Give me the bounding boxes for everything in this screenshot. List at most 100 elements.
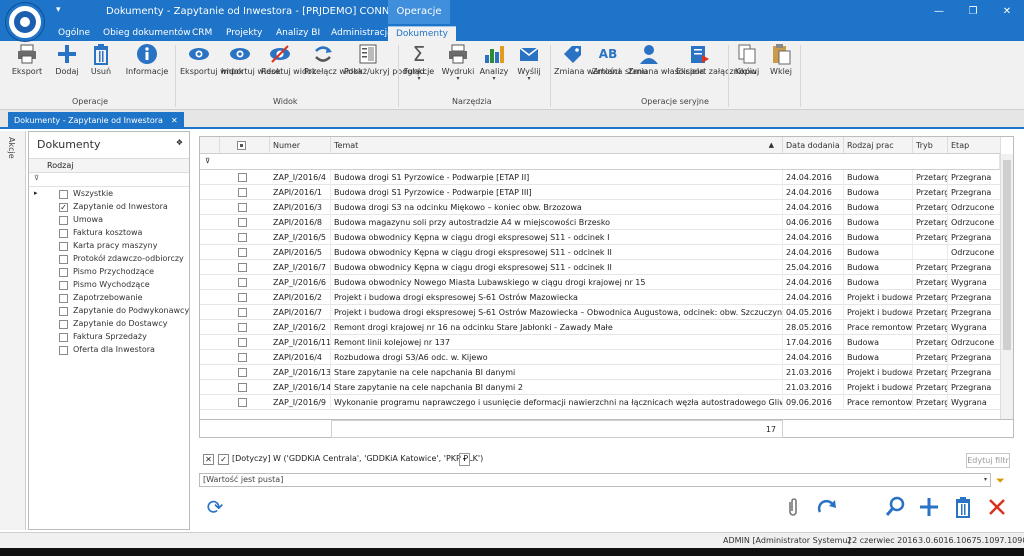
list-item[interactable]: Faktura kosztowa xyxy=(29,227,189,240)
tab-ogolne[interactable]: Ogólne xyxy=(58,26,90,41)
row-checkbox[interactable] xyxy=(238,233,247,242)
przelacz-widok-button[interactable]: Przełącz widok xyxy=(304,43,363,76)
list-item[interactable]: Pismo Przychodzące xyxy=(29,266,189,279)
panel-column-header[interactable]: Rodzaj xyxy=(29,158,189,173)
doc-tab-zapytanie[interactable]: Dokumenty - Zapytanie od Inwestora ✕ xyxy=(8,112,184,129)
list-item-checkbox[interactable] xyxy=(59,346,68,355)
delete-icon[interactable] xyxy=(952,496,974,518)
list-item-checkbox[interactable] xyxy=(59,216,68,225)
wyslij-button[interactable]: Wyślij ▾ xyxy=(514,43,544,82)
list-item-checkbox[interactable] xyxy=(59,333,68,342)
clear-filter-icon[interactable]: ✕ xyxy=(203,454,214,465)
minimize-button[interactable]: — xyxy=(922,0,956,24)
column-numer[interactable]: Numer xyxy=(270,137,331,154)
quick-access-dropdown[interactable]: ▾ xyxy=(56,5,61,15)
filter-mru-dropdown[interactable]: ▾ xyxy=(459,453,470,466)
list-item-checkbox[interactable] xyxy=(59,229,68,238)
list-item-checkbox[interactable] xyxy=(59,242,68,251)
row-checkbox[interactable] xyxy=(238,248,247,257)
row-checkbox[interactable] xyxy=(238,263,247,272)
table-row[interactable]: ZAP_I/2016/2 Remont drogi krajowej nr 16 … xyxy=(200,320,1001,335)
informacje-button[interactable]: Informacje xyxy=(124,43,170,76)
list-item[interactable]: Oferta dla Inwestora xyxy=(29,344,189,357)
column-tryb[interactable]: Tryb xyxy=(913,137,948,154)
row-checkbox[interactable] xyxy=(238,308,247,317)
resetuj-widok-button[interactable]: Resetuj widok xyxy=(261,43,317,76)
column-rodzaj-prac[interactable]: Rodzaj prac xyxy=(844,137,913,154)
row-checkbox[interactable] xyxy=(238,383,247,392)
zmiana-wartosci-button[interactable]: Zmiana wartości xyxy=(554,43,620,76)
tab-dokumenty[interactable]: Dokumenty xyxy=(388,26,456,41)
search-icon[interactable] xyxy=(884,496,906,518)
table-row[interactable]: ZAP_I/2016/11 Remont linii kolejowej nr 1… xyxy=(200,335,1001,350)
panel-filter-row[interactable]: ⊽ xyxy=(29,173,189,187)
list-item[interactable]: Zapytanie do Podwykonawcy xyxy=(29,305,189,318)
row-checkbox[interactable] xyxy=(238,368,247,377)
value-field[interactable]: [Wartość jest pusta] ▾ xyxy=(199,473,991,487)
table-row[interactable]: ZAPI/2016/5 Budowa obwodnicy Kępna w ciąg… xyxy=(200,245,1001,260)
row-checkbox[interactable] xyxy=(238,353,247,362)
dodaj-button[interactable]: Dodaj xyxy=(50,43,84,76)
table-row[interactable]: ZAP_I/2016/6 Budowa obwodnicy Nowego Mias… xyxy=(200,275,1001,290)
maximize-button[interactable]: ❐ xyxy=(956,0,990,24)
row-checkbox[interactable] xyxy=(238,293,247,302)
tab-projekty[interactable]: Projekty xyxy=(226,26,262,41)
cancel-icon[interactable] xyxy=(986,496,1008,518)
row-checkbox[interactable] xyxy=(238,173,247,182)
row-checkbox[interactable] xyxy=(238,338,247,347)
close-icon[interactable]: ✕ xyxy=(171,116,178,125)
row-checkbox[interactable] xyxy=(238,323,247,332)
table-row[interactable]: ZAPI/2016/7 Projekt i budowa drogi ekspre… xyxy=(200,305,1001,320)
pin-icon[interactable]: ❖ xyxy=(176,138,183,147)
list-item[interactable]: Umowa xyxy=(29,214,189,227)
list-item[interactable]: ▸ Wszystkie xyxy=(29,188,189,201)
row-checkbox[interactable] xyxy=(238,203,247,212)
add-icon[interactable] xyxy=(918,496,940,518)
list-item[interactable]: ✓ Zapytanie od Inwestora xyxy=(29,201,189,214)
funnel-filter-icon[interactable]: ⏷ xyxy=(996,474,1005,488)
list-item[interactable]: Karta pracy maszyny xyxy=(29,240,189,253)
filter-enabled-checkbox[interactable]: ✓ xyxy=(218,454,229,465)
table-row[interactable]: ZAPI/2016/8 Budowa magazynu soli przy aut… xyxy=(200,215,1001,230)
table-row[interactable]: ZAP_I/2016/14 Stare zapytanie na cele nap… xyxy=(200,380,1001,395)
tab-analizy-bi[interactable]: Analizy BI xyxy=(276,26,320,41)
table-row[interactable]: ZAPI/2016/4 Rozbudowa drogi S3/A6 odc. w.… xyxy=(200,350,1001,365)
list-item-checkbox[interactable] xyxy=(59,281,68,290)
redo-icon[interactable] xyxy=(816,496,838,518)
list-item-checkbox[interactable] xyxy=(59,320,68,329)
list-item-checkbox[interactable]: ✓ xyxy=(59,203,68,212)
select-all-header[interactable] xyxy=(220,137,270,154)
kopiuj-button[interactable]: Kopiuj xyxy=(732,43,762,76)
list-item-checkbox[interactable] xyxy=(59,190,68,199)
row-checkbox[interactable] xyxy=(238,398,247,407)
column-data-dodania[interactable]: Data dodania xyxy=(783,137,844,154)
tab-obieg-dokumentow[interactable]: Obieg dokumentów xyxy=(103,26,191,41)
funkcje-button[interactable]: Σ Funkcje ▾ xyxy=(402,43,436,82)
list-item[interactable]: Protokół zdawczo-odbiorczy xyxy=(29,253,189,266)
table-row[interactable]: ZAPI/2016/2 Projekt i budowa drogi ekspre… xyxy=(200,290,1001,305)
table-row[interactable]: ZAP_I/2016/7 Budowa obwodnicy Kępna w cią… xyxy=(200,260,1001,275)
zmiana-stanu-button[interactable]: AB Zmiana stanu xyxy=(592,43,647,76)
list-item-checkbox[interactable] xyxy=(59,294,68,303)
analizy-button[interactable]: Analizy ▾ xyxy=(478,43,510,82)
eksport-zalacznikow-button[interactable]: Eksport załączników xyxy=(676,43,757,76)
refresh-icon[interactable]: ⟳ xyxy=(204,496,226,518)
wklej-button[interactable]: Wklej xyxy=(766,43,796,76)
list-item-checkbox[interactable] xyxy=(59,255,68,264)
list-item[interactable]: Pismo Wychodzące xyxy=(29,279,189,292)
table-row[interactable]: ZAPI/2016/1 Budowa drogi S1 Pyrzowice - P… xyxy=(200,185,1001,200)
list-item[interactable]: Faktura Sprzedaży xyxy=(29,331,189,344)
close-window-button[interactable]: ✕ xyxy=(990,0,1024,24)
wydruki-button[interactable]: Wydruki ▾ xyxy=(440,43,476,82)
eksport-button[interactable]: Eksport xyxy=(8,43,46,76)
tab-crm[interactable]: CRM xyxy=(192,26,212,41)
table-row[interactable]: ZAP_I/2016/5 Budowa obwodnicy Kępna w cią… xyxy=(200,230,1001,245)
vertical-scrollbar[interactable] xyxy=(1000,154,1013,419)
list-item[interactable]: Zapytanie do Dostawcy xyxy=(29,318,189,331)
chevron-down-icon[interactable]: ▾ xyxy=(984,474,987,486)
scrollbar-thumb[interactable] xyxy=(1003,160,1011,350)
attachment-icon[interactable] xyxy=(782,496,804,518)
row-checkbox[interactable] xyxy=(238,218,247,227)
table-row[interactable]: ZAPI/2016/3 Budowa drogi S3 na odcinku Mi… xyxy=(200,200,1001,215)
pokaz-ukryj-podglad-button[interactable]: Pokaż/ukryj podgląd xyxy=(344,43,425,76)
